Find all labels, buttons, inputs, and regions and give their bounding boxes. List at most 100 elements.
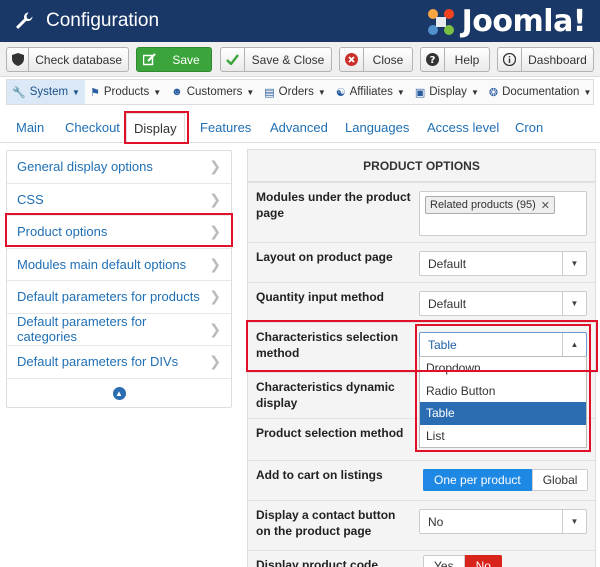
layout-label: Layout on product page xyxy=(256,250,393,264)
contact-label: Display a contact button on the product … xyxy=(256,508,396,538)
add-to-cart-toggle: One per product Global xyxy=(423,469,589,491)
section-default-parameters-products[interactable]: Default parameters for products ❯ xyxy=(7,281,231,314)
option-list[interactable]: List xyxy=(420,425,586,448)
layout-value: Default xyxy=(428,256,467,271)
contact-select[interactable]: No ▼ xyxy=(419,509,587,534)
row-quantity: Quantity input method Default ▼ xyxy=(248,282,595,322)
display-sections-menu: General display options ❯ CSS ❯ Product … xyxy=(6,150,232,408)
caret-down-icon: ▼ xyxy=(583,87,592,97)
product-code-toggle: Yes No xyxy=(423,555,502,567)
save-close-button[interactable]: Save & Close xyxy=(220,47,332,72)
users-icon: ☯ xyxy=(335,86,346,99)
chevron-right-icon: ❯ xyxy=(209,255,221,272)
menu-affiliates[interactable]: ☯ Affiliates ▼ xyxy=(331,80,410,104)
menu-display[interactable]: ▣ Display ▼ xyxy=(410,80,484,104)
section-label: Default parameters for products xyxy=(17,289,200,305)
product-options-panel: PRODUCT OPTIONS Modules under the produc… xyxy=(247,149,596,567)
chevron-up-icon[interactable]: ▲ xyxy=(112,387,126,400)
user-icon: ☻ xyxy=(171,86,183,98)
chevron-right-icon: ❯ xyxy=(209,320,221,337)
tag-icon: ⚑ xyxy=(89,86,100,99)
page-title: Configuration xyxy=(46,10,160,31)
caret-down-icon: ▼ xyxy=(562,252,586,275)
row-layout: Layout on product page Default ▼ xyxy=(248,242,595,282)
joomla-logo: Joomla! xyxy=(424,4,587,39)
help-label: Help xyxy=(454,52,480,67)
menu-display-label: Display xyxy=(429,86,467,98)
check-database-button[interactable]: Check database xyxy=(6,47,129,72)
modules-tag-input[interactable]: Related products (95) ✕ xyxy=(419,191,587,236)
section-css[interactable]: CSS ❯ xyxy=(7,184,231,216)
one-per-product-option[interactable]: One per product xyxy=(423,469,532,491)
chevron-right-icon: ❯ xyxy=(209,223,221,240)
menu-customers-label: Customers xyxy=(186,86,243,98)
quantity-select[interactable]: Default ▼ xyxy=(419,291,587,316)
modules-label: Modules under the product page xyxy=(256,190,411,220)
question-icon: ? xyxy=(421,48,445,71)
option-table[interactable]: Table xyxy=(420,402,586,425)
option-radio-button[interactable]: Radio Button xyxy=(420,380,586,403)
section-default-parameters-categories[interactable]: Default parameters for categories ❯ xyxy=(7,314,231,346)
layout-select[interactable]: Default ▼ xyxy=(419,251,587,276)
tab-checkout[interactable]: Checkout xyxy=(65,120,120,135)
no-option[interactable]: No xyxy=(464,555,502,567)
selected-tag: Related products (95) ✕ xyxy=(425,196,555,214)
section-modules-main-default-options[interactable]: Modules main default options ❯ xyxy=(7,249,231,281)
section-product-options[interactable]: Product options ❯ xyxy=(7,216,231,249)
global-option[interactable]: Global xyxy=(531,469,589,491)
row-add-to-cart: Add to cart on listings One per product … xyxy=(248,460,595,500)
menu-system[interactable]: 🔧 System ▼ xyxy=(7,80,85,104)
svg-text:?: ? xyxy=(430,55,436,66)
joomla-wordmark: Joomla! xyxy=(461,4,587,39)
section-default-parameters-divs[interactable]: Default parameters for DIVs ❯ xyxy=(7,346,231,379)
remove-tag-icon[interactable]: ✕ xyxy=(541,199,550,212)
caret-down-icon: ▼ xyxy=(396,87,405,97)
chevron-right-icon: ❯ xyxy=(209,288,221,305)
option-dropdown[interactable]: Dropdown xyxy=(420,357,586,380)
caret-down-icon: ▼ xyxy=(562,510,586,533)
section-label: Default parameters for DIVs xyxy=(17,354,179,370)
tab-access-level[interactable]: Access level xyxy=(427,120,499,135)
yes-option[interactable]: Yes xyxy=(423,555,465,567)
row-modules: Modules under the product page Related p… xyxy=(248,182,595,242)
help-button[interactable]: ? Help xyxy=(420,47,490,72)
wrench-icon: 🔧 xyxy=(12,86,26,99)
menu-customers[interactable]: ☻ Customers ▼ xyxy=(166,80,259,104)
section-general-display-options[interactable]: General display options ❯ xyxy=(7,151,231,184)
caret-down-icon: ▼ xyxy=(317,87,326,97)
menu-orders[interactable]: ▤ Orders ▼ xyxy=(259,80,330,104)
chevron-right-icon: ❯ xyxy=(209,190,221,207)
quantity-value: Default xyxy=(428,296,467,311)
section-label: Modules main default options xyxy=(17,256,187,272)
tab-display[interactable]: Display xyxy=(126,113,185,144)
section-label: Product options xyxy=(17,224,108,240)
component-submenu: 🔧 System ▼ ⚑ Products ▼ ☻ Customers ▼ ▤ … xyxy=(6,79,594,105)
code-label: Display product code xyxy=(256,558,379,567)
caret-down-icon: ▼ xyxy=(153,87,162,97)
cancel-icon xyxy=(340,48,364,71)
dynamic-label: Characteristics dynamic display xyxy=(256,380,395,410)
close-button[interactable]: Close xyxy=(339,47,413,72)
tab-features[interactable]: Features xyxy=(200,120,251,135)
chevron-right-icon: ❯ xyxy=(209,158,221,175)
menu-products[interactable]: ⚑ Products ▼ xyxy=(85,80,166,104)
tab-languages[interactable]: Languages xyxy=(345,120,409,135)
menu-documentation[interactable]: ❂ Documentation ▼ xyxy=(484,80,597,104)
tab-advanced[interactable]: Advanced xyxy=(270,120,328,135)
edit-icon xyxy=(137,48,161,71)
menu-products-label: Products xyxy=(103,86,150,98)
shield-icon xyxy=(7,48,30,71)
caret-down-icon: ▼ xyxy=(470,87,479,97)
chevron-right-icon: ❯ xyxy=(209,353,221,370)
tab-main[interactable]: Main xyxy=(16,120,44,135)
add-to-cart-label: Add to cart on listings xyxy=(256,468,383,482)
row-product-code: Display product code Yes No xyxy=(248,550,595,567)
tab-cron[interactable]: Cron xyxy=(515,120,543,135)
save-button[interactable]: Save xyxy=(136,47,212,72)
dashboard-button[interactable]: Dashboard xyxy=(497,47,594,72)
lifebuoy-icon: ❂ xyxy=(488,86,499,99)
app-header: Configuration Joomla! xyxy=(0,0,600,42)
section-label: General display options xyxy=(17,159,153,175)
characteristics-select[interactable]: Table ▲ xyxy=(419,332,587,357)
check-database-label: Check database xyxy=(35,52,122,67)
